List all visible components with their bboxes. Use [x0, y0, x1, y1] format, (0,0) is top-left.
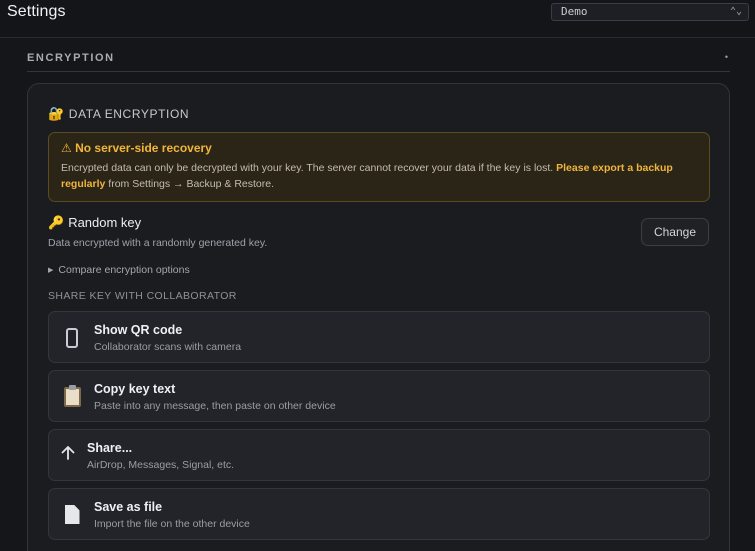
page-title: Settings	[7, 3, 66, 20]
show-qr-code-option[interactable]: Show QR code Collaborator scans with cam…	[48, 311, 710, 363]
data-encryption-card: 🔐 DATA ENCRYPTION ⚠ No server-side recove…	[27, 83, 730, 551]
section-title: ENCRYPTION	[27, 52, 115, 64]
collapse-indicator-icon[interactable]: •	[725, 52, 728, 62]
chevron-up-down-icon: ⌃⌄	[729, 6, 742, 17]
option-title: Save as file	[94, 500, 163, 514]
share-key-section-label: SHARE KEY WITH COLLABORATOR	[48, 290, 237, 302]
save-as-file-option[interactable]: Save as file Import the file on the othe…	[48, 488, 710, 540]
clipboard-icon	[61, 385, 83, 411]
option-subtitle: Paste into any message, then paste on ot…	[94, 400, 336, 412]
environment-select-value: Demo	[561, 5, 588, 18]
environment-select[interactable]: Demo ⌃⌄	[551, 3, 749, 21]
recovery-warning-box: ⚠ No server-side recovery Encrypted data…	[48, 132, 710, 202]
option-subtitle: Import the file on the other device	[94, 518, 250, 530]
compare-options-toggle[interactable]: ▶ Compare encryption options	[48, 264, 190, 276]
key-type-title: 🔑 Random key	[48, 215, 141, 231]
option-title: Copy key text	[94, 382, 176, 396]
warning-body-text: Encrypted data can only be decrypted wit…	[61, 162, 557, 174]
share-arrow-icon	[57, 444, 79, 468]
option-subtitle: Collaborator scans with camera	[94, 341, 242, 353]
share-option[interactable]: Share... AirDrop, Messages, Signal, etc.	[48, 429, 710, 481]
card-title: 🔐 DATA ENCRYPTION	[48, 106, 189, 122]
key-type-label: Random key	[68, 215, 142, 230]
phone-icon	[61, 326, 83, 352]
warning-body: Encrypted data can only be decrypted wit…	[61, 160, 697, 192]
disclosure-triangle-icon: ▶	[48, 267, 54, 274]
encryption-section-header[interactable]: ENCRYPTION •	[27, 52, 730, 72]
compare-options-label: Compare encryption options	[58, 264, 190, 276]
file-icon	[61, 503, 83, 528]
lock-key-icon: 🔐	[48, 106, 65, 121]
warning-body-suffix: from Settings → Backup & Restore.	[105, 178, 275, 190]
option-title: Show QR code	[94, 323, 183, 337]
copy-key-text-option[interactable]: Copy key text Paste into any message, th…	[48, 370, 710, 422]
option-title: Share...	[87, 441, 133, 455]
option-subtitle: AirDrop, Messages, Signal, etc.	[87, 459, 235, 471]
top-bar: Settings Demo ⌃⌄	[0, 0, 755, 38]
change-key-button[interactable]: Change	[641, 218, 709, 246]
warning-title: ⚠ No server-side recovery	[61, 141, 212, 155]
key-icon: 🔑	[48, 215, 65, 230]
key-type-description: Data encrypted with a randomly generated…	[48, 237, 268, 249]
card-title-text: DATA ENCRYPTION	[68, 107, 190, 121]
